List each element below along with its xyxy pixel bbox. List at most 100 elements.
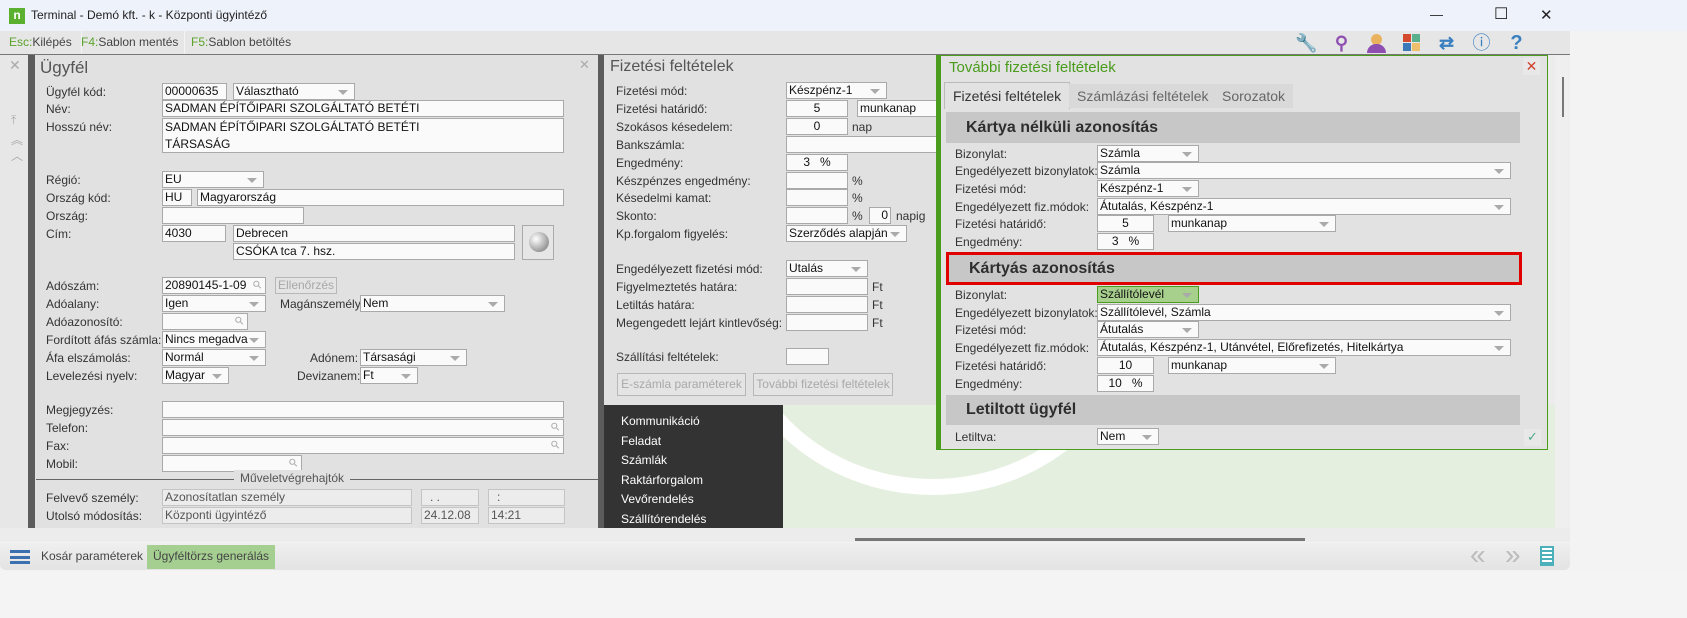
wrench-icon[interactable]: 🔧 (1290, 32, 1323, 54)
dialog-ok-button[interactable]: ✓ (1524, 429, 1541, 446)
allowed-docs-select[interactable]: Számla (1097, 162, 1511, 179)
cash-discount-input[interactable] (786, 172, 848, 189)
pay-mode-select[interactable]: Készpénz-1 (786, 82, 887, 99)
country-input[interactable] (162, 207, 304, 224)
einvoice-params-button[interactable]: E-számla paraméterek (617, 373, 746, 396)
tax-id-input[interactable] (162, 313, 248, 330)
allowed-mode-select[interactable]: Utalás (786, 260, 868, 277)
region-select[interactable]: EU (162, 171, 264, 188)
phone-input[interactable] (162, 419, 564, 436)
menu-item-stock[interactable]: Raktárforgalom (621, 473, 703, 487)
skonto-days-input[interactable]: 0 (869, 207, 891, 224)
close-button[interactable]: ✕ (1540, 6, 1553, 24)
info-icon[interactable]: ⓘ (1465, 32, 1498, 54)
card-deadline-input[interactable]: 10 (1097, 357, 1154, 374)
up-icon[interactable]: ︿ (11, 147, 23, 164)
close-panel-icon[interactable]: ✕ (9, 57, 21, 74)
label-private: Magánszemély: (280, 297, 365, 311)
scrollbar-vertical[interactable] (1555, 55, 1570, 528)
check-button[interactable]: Ellenőrzés (275, 277, 337, 294)
menu-item-invoices[interactable]: Számlák (621, 453, 667, 467)
interest-input[interactable] (786, 189, 848, 206)
map-globe-button[interactable] (522, 225, 554, 260)
code-input[interactable]: 00000635 (162, 83, 227, 100)
horizontal-scrollbar[interactable] (855, 538, 1305, 541)
country-code-input[interactable]: HU (162, 189, 192, 206)
more-payment-terms-button[interactable]: További fizetési feltételek (753, 373, 893, 396)
scroll-top-icon[interactable]: ⤒ (11, 113, 16, 128)
doc-select[interactable]: Számla (1097, 145, 1199, 162)
label-tax-type: Adónem: (310, 351, 359, 365)
mode-select[interactable]: Készpénz-1 (1097, 180, 1199, 197)
maximize-button[interactable]: ☐ (1494, 4, 1508, 24)
warn-limit-input[interactable] (786, 278, 868, 295)
city-input[interactable]: Debrecen (233, 225, 515, 242)
taxable-select[interactable]: Igen (162, 295, 266, 312)
name-input[interactable]: SADMAN ÉPÍTŐIPARI SZOLGÁLTATÓ BETÉTI (162, 100, 564, 117)
long-name-input[interactable]: SADMAN ÉPÍTŐIPARI SZOLGÁLTATÓ BETÉTI TÁRS… (162, 118, 564, 153)
toolbar-load-template[interactable]: F5:Sablon betöltés (185, 31, 297, 54)
document-icon[interactable] (1540, 546, 1554, 566)
fax-input[interactable] (162, 437, 564, 454)
allowed-modes-select[interactable]: Átutalás, Készpénz-1 (1097, 198, 1511, 215)
tax-type-select[interactable]: Társasági (360, 349, 467, 366)
private-select[interactable]: Nem (360, 295, 505, 312)
card-mode-select[interactable]: Átutalás (1097, 321, 1199, 338)
close-icon[interactable]: ✕ (579, 57, 590, 73)
bank-input[interactable] (786, 136, 937, 153)
zip-input[interactable]: 4030 (162, 225, 226, 242)
generate-customer-button[interactable]: Ügyféltörzs generálás (147, 545, 276, 569)
toolbar-exit[interactable]: Esc:Kilépés (0, 31, 82, 54)
card-discount-input[interactable]: 10 % (1097, 375, 1154, 392)
discount-input[interactable]: 3 % (1097, 233, 1154, 250)
hamburger-menu-icon[interactable] (10, 550, 30, 564)
card-allowed-docs-select[interactable]: Szállítólevél, Számla (1097, 304, 1511, 321)
block-limit-input[interactable] (786, 296, 868, 313)
blocked-select[interactable]: Nem (1097, 428, 1159, 445)
deadline-unit-select[interactable]: munkanap (1168, 215, 1336, 232)
menu-item-supplier-orders[interactable]: Szállítórendelés (621, 512, 706, 526)
search-icon[interactable]: ⚲ (1325, 32, 1358, 54)
page-up-icon[interactable]: ︽ (11, 131, 23, 148)
next-icon[interactable]: » (1505, 539, 1521, 571)
shipping-input[interactable] (786, 348, 829, 365)
user-icon[interactable] (1360, 32, 1393, 54)
code-type-select[interactable]: Választható (233, 83, 355, 100)
card-allowed-modes-select[interactable]: Átutalás, Készpénz-1, Utánvétel, Előrefi… (1097, 339, 1511, 356)
tab-invoicing-terms[interactable]: Számlázási feltételek (1069, 84, 1217, 108)
country-name-input[interactable]: Magyarország (197, 189, 564, 206)
help-icon[interactable]: ? (1500, 32, 1533, 54)
menu-item-customer-orders[interactable]: Vevőrendelés (621, 492, 694, 506)
language-select[interactable]: Magyar (162, 367, 229, 384)
menu-item-task[interactable]: Feladat (621, 434, 661, 448)
tax-no-input[interactable]: 20890145-1-09 (162, 277, 266, 294)
reverse-vat-select[interactable]: Nincs megadva (162, 331, 266, 348)
delay-input[interactable]: 0 (786, 118, 848, 135)
vat-acc-select[interactable]: Normál (162, 349, 266, 366)
card-deadline-unit-select[interactable]: munkanap (1168, 357, 1336, 374)
label-allowed-modes: Engedélyezett fiz.módok: (955, 341, 1090, 355)
window-title: Terminal - Demó kft. - k - Központi ügyi… (31, 8, 268, 22)
basket-params-button[interactable]: Kosár paraméterek (41, 549, 143, 563)
toolbar-save-template[interactable]: F4:Sablon mentés (75, 31, 186, 54)
note-input[interactable] (162, 401, 564, 418)
currency-select[interactable]: Ft (360, 367, 418, 384)
deadline-input[interactable]: 5 (1097, 215, 1154, 232)
label-deadline: Fizetési határidő: (955, 359, 1047, 373)
dialog-close-button[interactable]: ✕ (1523, 58, 1540, 75)
grid-icon[interactable] (1395, 32, 1428, 54)
swap-icon[interactable]: ⇄ (1430, 32, 1463, 54)
deadline-unit-select[interactable]: munkanap (857, 100, 937, 117)
previous-icon[interactable]: « (1470, 539, 1486, 571)
overdue-input[interactable] (786, 314, 868, 331)
card-doc-select[interactable]: Szállítólevél (1097, 286, 1199, 303)
cash-watch-select[interactable]: Szerződés alapján (786, 225, 907, 242)
skonto-input[interactable] (786, 207, 848, 224)
deadline-input[interactable]: 5 (786, 100, 848, 117)
discount-input[interactable]: 3 % (786, 154, 848, 171)
street-input[interactable]: CSÓKA tca 7. hsz. (233, 243, 515, 260)
tab-payment-terms[interactable]: Fizetési feltételek (944, 82, 1071, 109)
menu-item-communication[interactable]: Kommunikáció (621, 414, 700, 428)
minimize-button[interactable]: — (1430, 7, 1443, 22)
tab-series[interactable]: Sorozatok (1214, 84, 1294, 108)
